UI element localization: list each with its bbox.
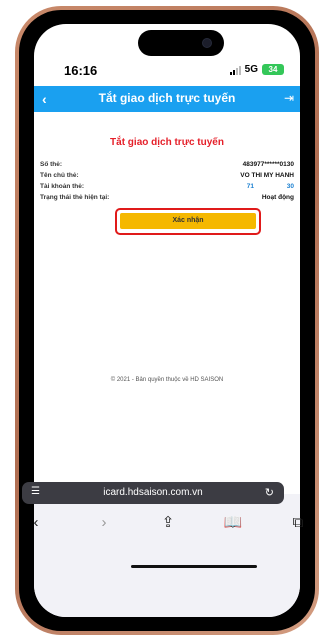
card-account-label: Tài khoản thẻ: <box>40 183 85 190</box>
app-header: ‹ Tắt giao dịch trực tuyến ⇥ <box>34 86 300 112</box>
bookmarks-icon[interactable]: 📖 <box>221 512 245 536</box>
browser-back-icon[interactable]: ‹ <box>24 512 48 536</box>
status-time: 16:16 <box>64 63 98 78</box>
url-text[interactable]: icard.hdsaison.com.vn <box>22 487 284 498</box>
content-title: Tắt giao dịch trực tuyến <box>110 137 224 148</box>
home-indicator[interactable] <box>131 565 257 568</box>
card-holder-value: VO THI MY HANH <box>240 172 294 179</box>
dynamic-island <box>138 30 224 56</box>
tabs-icon[interactable]: ⧉ <box>286 512 310 536</box>
card-account-row: Tài khoản thẻ: 71 30 <box>40 183 294 193</box>
card-status-label: Trạng thái thẻ hiện tại: <box>40 194 110 201</box>
card-number-row: Số thẻ: 483977******0130 <box>40 161 294 171</box>
confirm-button[interactable]: Xác nhận <box>120 213 256 229</box>
card-holder-label: Tên chủ thẻ: <box>40 172 79 179</box>
address-bar[interactable]: ☰ icard.hdsaison.com.vn ↻ <box>22 482 284 504</box>
network-label: 5G <box>244 64 258 75</box>
browser-toolbar: ‹ › ⇪ 📖 ⧉ <box>22 512 304 536</box>
logout-icon[interactable]: ⇥ <box>284 91 294 105</box>
status-bar: 16:16 5G 34 <box>34 60 300 82</box>
page-title: Tắt giao dịch trực tuyến <box>98 91 236 105</box>
status-indicators: 5G 34 <box>229 64 284 75</box>
card-status-row: Trạng thái thẻ hiện tại: Hoạt động <box>40 194 294 204</box>
camera-icon <box>202 38 212 48</box>
card-number-label: Số thẻ: <box>40 161 63 168</box>
card-account-value-b: 30 <box>286 183 294 190</box>
card-number-value: 483977******0130 <box>242 161 294 168</box>
battery-icon: 34 <box>262 64 284 75</box>
card-status-value: Hoạt động <box>261 194 294 201</box>
browser-forward-icon[interactable]: › <box>92 512 116 536</box>
copyright-text: © 2021 - Bản quyền thuộc về HD SAISON <box>110 377 224 383</box>
signal-icon <box>229 65 241 75</box>
card-holder-row: Tên chủ thẻ: VO THI MY HANH <box>40 172 294 182</box>
reload-icon[interactable]: ↻ <box>265 486 274 499</box>
share-icon[interactable]: ⇪ <box>156 512 180 536</box>
card-account-value-a: 71 <box>246 183 254 190</box>
